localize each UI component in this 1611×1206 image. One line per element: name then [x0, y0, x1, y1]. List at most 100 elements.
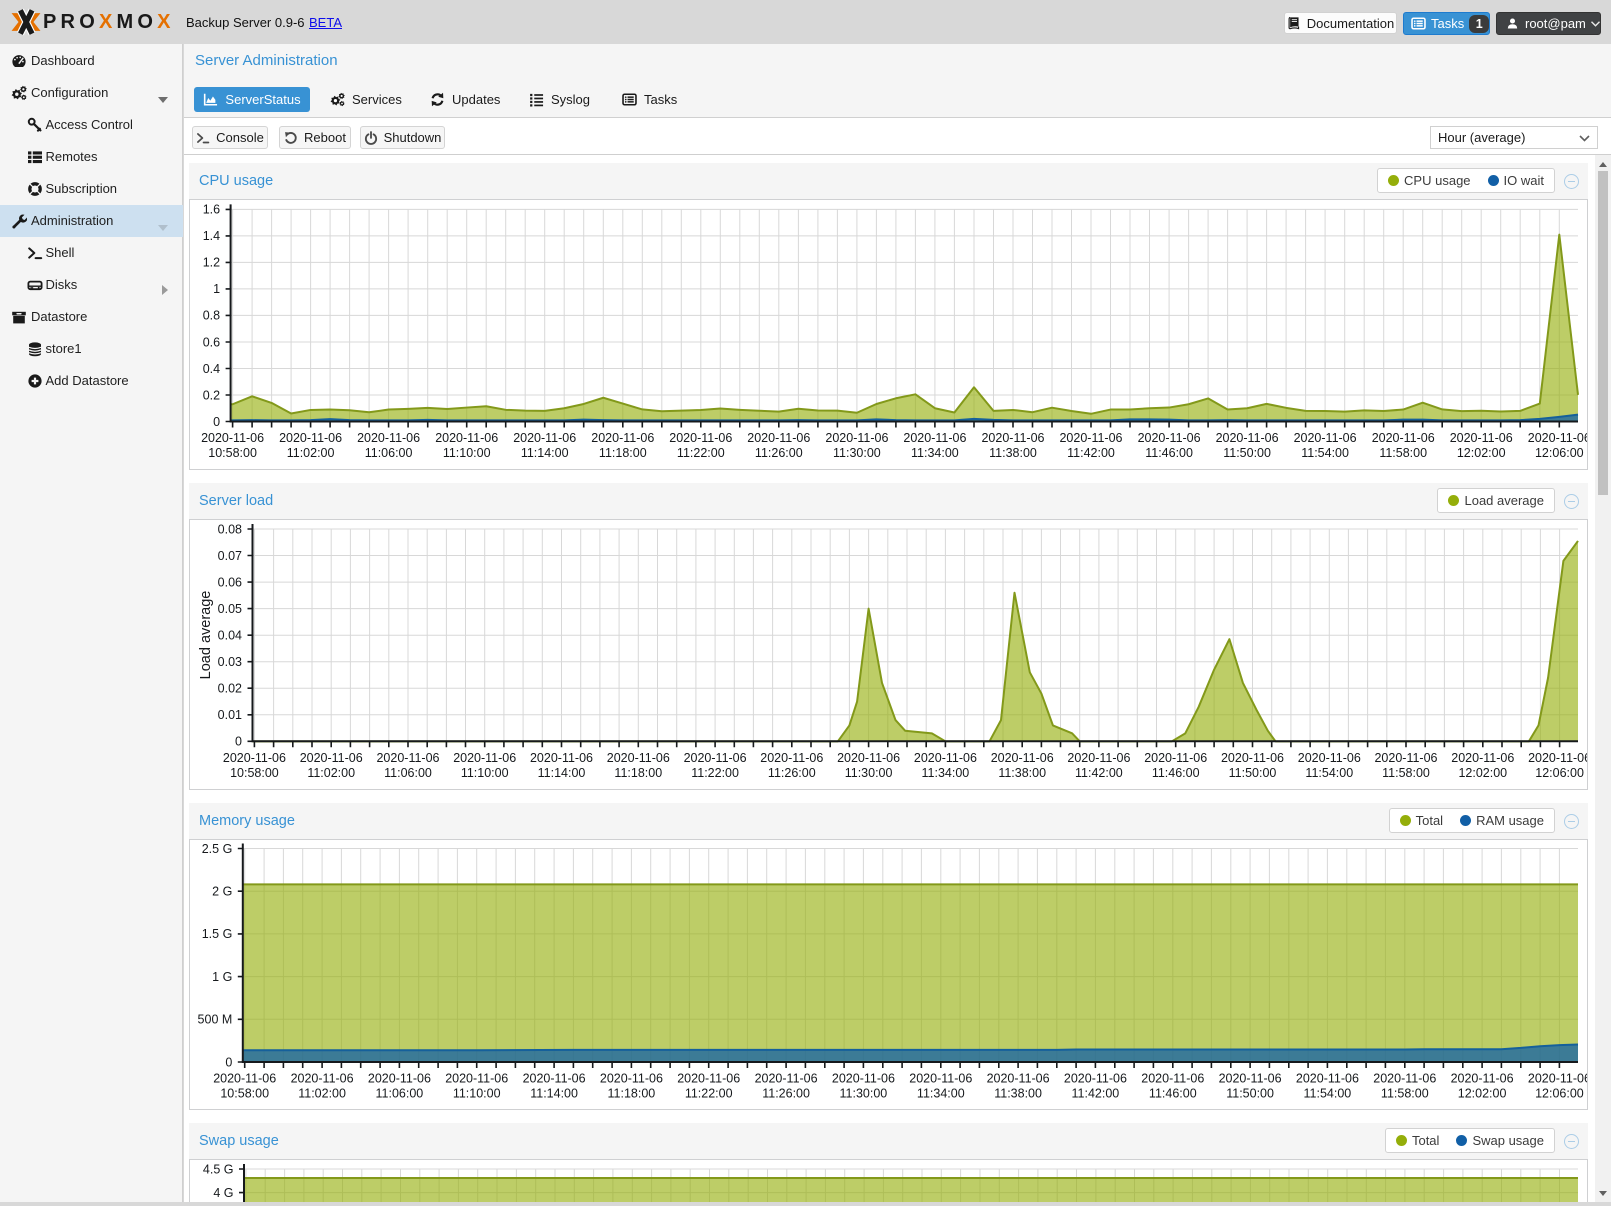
svg-text:4 G: 4 G — [213, 1186, 233, 1200]
svg-text:11:10:00: 11:10:00 — [453, 1087, 501, 1101]
svg-text:11:34:00: 11:34:00 — [917, 1087, 965, 1101]
svg-text:10:58:00: 10:58:00 — [230, 766, 279, 780]
svg-text:11:06:00: 11:06:00 — [365, 446, 413, 460]
svg-text:11:30:00: 11:30:00 — [840, 1087, 888, 1101]
svg-text:11:26:00: 11:26:00 — [768, 766, 816, 780]
svg-text:2020-11-06: 2020-11-06 — [1372, 431, 1435, 445]
svg-text:2020-11-06: 2020-11-06 — [991, 751, 1054, 765]
svg-text:1.4: 1.4 — [203, 229, 220, 243]
svg-text:11:26:00: 11:26:00 — [762, 1087, 810, 1101]
svg-text:12:06:00: 12:06:00 — [1535, 1087, 1584, 1101]
svg-text:2020-11-06: 2020-11-06 — [837, 751, 900, 765]
svg-text:2020-11-06: 2020-11-06 — [445, 1072, 508, 1086]
svg-text:2020-11-06: 2020-11-06 — [684, 751, 747, 765]
svg-text:2020-11-06: 2020-11-06 — [1451, 751, 1514, 765]
svg-text:11:34:00: 11:34:00 — [922, 766, 970, 780]
svg-text:11:42:00: 11:42:00 — [1075, 766, 1123, 780]
svg-text:2020-11-06: 2020-11-06 — [213, 1072, 276, 1086]
svg-text:0: 0 — [225, 1055, 232, 1069]
svg-text:500 M: 500 M — [198, 1013, 233, 1027]
svg-text:2020-11-06: 2020-11-06 — [1144, 751, 1207, 765]
svg-text:11:34:00: 11:34:00 — [911, 446, 959, 460]
svg-text:11:18:00: 11:18:00 — [599, 446, 647, 460]
svg-text:2020-11-06: 2020-11-06 — [1141, 1072, 1204, 1086]
svg-text:2020-11-06: 2020-11-06 — [909, 1072, 972, 1086]
svg-text:2020-11-06: 2020-11-06 — [1451, 1072, 1514, 1086]
svg-text:2020-11-06: 2020-11-06 — [903, 431, 966, 445]
svg-text:11:14:00: 11:14:00 — [521, 446, 569, 460]
svg-text:2020-11-06: 2020-11-06 — [368, 1072, 431, 1086]
svg-text:2020-11-06: 2020-11-06 — [1294, 431, 1357, 445]
svg-text:2020-11-06: 2020-11-06 — [677, 1072, 740, 1086]
svg-text:11:18:00: 11:18:00 — [608, 1087, 656, 1101]
svg-text:2020-11-06: 2020-11-06 — [600, 1072, 663, 1086]
svg-text:2020-11-06: 2020-11-06 — [832, 1072, 895, 1086]
svg-text:2020-11-06: 2020-11-06 — [1296, 1072, 1359, 1086]
svg-text:2020-11-06: 2020-11-06 — [223, 751, 286, 765]
svg-text:11:38:00: 11:38:00 — [989, 446, 1037, 460]
svg-text:2020-11-06: 2020-11-06 — [1373, 1072, 1436, 1086]
svg-text:11:50:00: 11:50:00 — [1229, 766, 1277, 780]
svg-text:11:06:00: 11:06:00 — [376, 1087, 424, 1101]
svg-text:2020-11-06: 2020-11-06 — [300, 751, 363, 765]
svg-text:12:06:00: 12:06:00 — [1535, 446, 1584, 460]
svg-text:1: 1 — [213, 282, 220, 296]
svg-text:2020-11-06: 2020-11-06 — [987, 1072, 1050, 1086]
svg-text:12:02:00: 12:02:00 — [1458, 1087, 1507, 1101]
svg-text:2020-11-06: 2020-11-06 — [376, 751, 439, 765]
svg-text:2020-11-06: 2020-11-06 — [981, 431, 1044, 445]
svg-text:2020-11-06: 2020-11-06 — [453, 751, 516, 765]
svg-text:1.6: 1.6 — [203, 203, 220, 217]
svg-text:11:30:00: 11:30:00 — [833, 446, 881, 460]
svg-text:2020-11-06: 2020-11-06 — [747, 431, 810, 445]
svg-text:12:02:00: 12:02:00 — [1457, 446, 1506, 460]
svg-text:2020-11-06: 2020-11-06 — [1528, 1072, 1587, 1086]
svg-text:0: 0 — [213, 415, 220, 429]
svg-text:0.03: 0.03 — [218, 655, 242, 669]
svg-text:2020-11-06: 2020-11-06 — [760, 751, 823, 765]
svg-text:2.5 G: 2.5 G — [202, 842, 233, 856]
svg-text:0.8: 0.8 — [203, 309, 220, 323]
svg-text:11:58:00: 11:58:00 — [1382, 766, 1430, 780]
svg-text:2020-11-06: 2020-11-06 — [1064, 1072, 1127, 1086]
svg-text:11:02:00: 11:02:00 — [307, 766, 355, 780]
svg-text:11:42:00: 11:42:00 — [1072, 1087, 1120, 1101]
svg-text:10:58:00: 10:58:00 — [220, 1087, 269, 1101]
svg-text:2020-11-06: 2020-11-06 — [1221, 751, 1284, 765]
svg-text:11:46:00: 11:46:00 — [1149, 1087, 1197, 1101]
svg-text:2020-11-06: 2020-11-06 — [1298, 751, 1361, 765]
svg-text:11:30:00: 11:30:00 — [845, 766, 893, 780]
svg-text:2020-11-06: 2020-11-06 — [669, 431, 732, 445]
svg-text:2020-11-06: 2020-11-06 — [1067, 751, 1130, 765]
svg-text:11:22:00: 11:22:00 — [685, 1087, 733, 1101]
svg-text:11:02:00: 11:02:00 — [287, 446, 335, 460]
svg-text:11:50:00: 11:50:00 — [1226, 1087, 1274, 1101]
svg-text:11:26:00: 11:26:00 — [755, 446, 803, 460]
svg-text:2020-11-06: 2020-11-06 — [914, 751, 977, 765]
svg-text:11:38:00: 11:38:00 — [994, 1087, 1042, 1101]
svg-text:0.05: 0.05 — [218, 602, 242, 616]
svg-text:0.01: 0.01 — [218, 708, 242, 722]
svg-text:11:54:00: 11:54:00 — [1304, 1087, 1352, 1101]
svg-text:11:10:00: 11:10:00 — [461, 766, 509, 780]
svg-text:11:54:00: 11:54:00 — [1301, 446, 1349, 460]
svg-text:11:02:00: 11:02:00 — [298, 1087, 346, 1101]
svg-text:11:38:00: 11:38:00 — [998, 766, 1046, 780]
svg-text:10:58:00: 10:58:00 — [208, 446, 257, 460]
svg-text:2020-11-06: 2020-11-06 — [591, 431, 654, 445]
svg-text:0.04: 0.04 — [218, 629, 242, 643]
svg-text:11:58:00: 11:58:00 — [1381, 1087, 1429, 1101]
svg-text:2020-11-06: 2020-11-06 — [513, 431, 576, 445]
svg-text:2020-11-06: 2020-11-06 — [1374, 751, 1437, 765]
svg-text:11:50:00: 11:50:00 — [1223, 446, 1271, 460]
svg-text:1.2: 1.2 — [203, 256, 220, 270]
svg-text:11:42:00: 11:42:00 — [1067, 446, 1115, 460]
svg-text:4.5 G: 4.5 G — [203, 1162, 234, 1176]
svg-text:11:58:00: 11:58:00 — [1379, 446, 1427, 460]
svg-text:0.07: 0.07 — [218, 549, 242, 563]
svg-text:2020-11-06: 2020-11-06 — [755, 1072, 818, 1086]
svg-text:0.02: 0.02 — [218, 682, 242, 696]
svg-text:2 G: 2 G — [212, 885, 232, 899]
svg-text:1 G: 1 G — [212, 970, 232, 984]
svg-text:2020-11-06: 2020-11-06 — [1450, 431, 1513, 445]
